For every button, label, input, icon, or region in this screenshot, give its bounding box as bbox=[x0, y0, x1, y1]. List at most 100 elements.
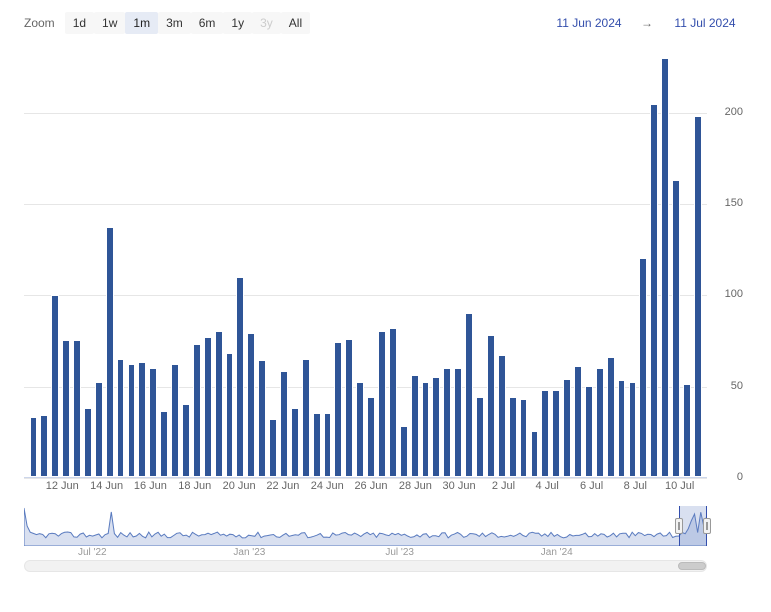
bar[interactable] bbox=[182, 404, 190, 477]
navigator-scrollbar[interactable] bbox=[24, 560, 707, 572]
bar[interactable] bbox=[629, 382, 637, 477]
bar[interactable] bbox=[378, 331, 386, 477]
bar[interactable] bbox=[498, 355, 506, 477]
bar[interactable] bbox=[411, 375, 419, 477]
bar[interactable] bbox=[454, 368, 462, 477]
bar[interactable] bbox=[324, 413, 332, 477]
navigator-x-tick: Jul '23 bbox=[385, 547, 414, 558]
x-tick-label: 28 Jun bbox=[399, 480, 432, 492]
bar[interactable] bbox=[672, 180, 680, 477]
x-tick-label: 24 Jun bbox=[311, 480, 344, 492]
x-tick-label: 22 Jun bbox=[266, 480, 299, 492]
bar[interactable] bbox=[694, 116, 702, 477]
zoom-1y-button[interactable]: 1y bbox=[223, 12, 252, 34]
bar[interactable] bbox=[128, 364, 136, 477]
bar[interactable] bbox=[683, 384, 691, 477]
range-to-input[interactable] bbox=[663, 15, 747, 31]
plot-area[interactable] bbox=[24, 58, 707, 478]
bar[interactable] bbox=[650, 104, 658, 477]
bar[interactable] bbox=[269, 419, 277, 477]
bar[interactable] bbox=[258, 360, 266, 477]
navigator-handle-right[interactable] bbox=[703, 518, 711, 534]
bar[interactable] bbox=[487, 335, 495, 477]
bar[interactable] bbox=[541, 390, 549, 477]
bar[interactable] bbox=[400, 426, 408, 477]
bar[interactable] bbox=[389, 328, 397, 477]
bar[interactable] bbox=[585, 386, 593, 477]
bar[interactable] bbox=[563, 379, 571, 477]
bar[interactable] bbox=[574, 366, 582, 477]
bar[interactable] bbox=[422, 382, 430, 477]
zoom-1m-button[interactable]: 1m bbox=[125, 12, 158, 34]
bar[interactable] bbox=[291, 408, 299, 477]
bar[interactable] bbox=[607, 357, 615, 477]
bar[interactable] bbox=[193, 344, 201, 477]
zoom-6m-button[interactable]: 6m bbox=[191, 12, 224, 34]
bar[interactable] bbox=[215, 331, 223, 477]
bar[interactable] bbox=[226, 353, 234, 477]
x-tick-label: 8 Jul bbox=[624, 480, 647, 492]
bar[interactable] bbox=[280, 371, 288, 477]
y-tick-label: 150 bbox=[725, 197, 743, 209]
navigator-sparkline bbox=[24, 506, 707, 546]
bar[interactable] bbox=[236, 277, 244, 477]
bar[interactable] bbox=[661, 58, 669, 477]
bar[interactable] bbox=[313, 413, 321, 477]
zoom-label: Zoom bbox=[24, 16, 55, 30]
bar[interactable] bbox=[476, 397, 484, 477]
x-tick-label: 2 Jul bbox=[492, 480, 515, 492]
bar[interactable] bbox=[84, 408, 92, 477]
bar[interactable] bbox=[160, 411, 168, 477]
bar[interactable] bbox=[552, 390, 560, 477]
navigator-handle-left[interactable] bbox=[675, 518, 683, 534]
bar[interactable] bbox=[247, 333, 255, 477]
bar[interactable] bbox=[618, 380, 626, 477]
x-tick-label: 4 Jul bbox=[536, 480, 559, 492]
bar[interactable] bbox=[639, 258, 647, 477]
y-axis: 050100150200 bbox=[707, 58, 747, 478]
x-tick-label: 12 Jun bbox=[46, 480, 79, 492]
navigator-x-tick: Jan '24 bbox=[541, 547, 573, 558]
zoom-all-button[interactable]: All bbox=[281, 12, 310, 34]
x-tick-label: 30 Jun bbox=[443, 480, 476, 492]
bar[interactable] bbox=[465, 313, 473, 477]
bar[interactable] bbox=[106, 227, 114, 477]
bar[interactable] bbox=[443, 368, 451, 477]
navigator[interactable]: Jul '22Jan '23Jul '23Jan '24 bbox=[24, 506, 707, 558]
main-chart: 050100150200 12 Jun14 Jun16 Jun18 Jun20 … bbox=[24, 58, 747, 498]
bar[interactable] bbox=[596, 368, 604, 477]
bar[interactable] bbox=[171, 364, 179, 477]
bar[interactable] bbox=[509, 397, 517, 477]
bar[interactable] bbox=[356, 382, 364, 477]
x-tick-label: 26 Jun bbox=[354, 480, 387, 492]
bar[interactable] bbox=[95, 382, 103, 477]
bar[interactable] bbox=[204, 337, 212, 477]
bar[interactable] bbox=[51, 295, 59, 477]
bar[interactable] bbox=[138, 362, 146, 477]
bar[interactable] bbox=[367, 397, 375, 477]
bar[interactable] bbox=[117, 359, 125, 477]
bar[interactable] bbox=[62, 340, 70, 477]
bar[interactable] bbox=[345, 339, 353, 477]
navigator-x-axis: Jul '22Jan '23Jul '23Jan '24 bbox=[24, 546, 707, 558]
range-arrow-icon: → bbox=[637, 16, 657, 30]
x-tick-label: 6 Jul bbox=[580, 480, 603, 492]
bar[interactable] bbox=[531, 431, 539, 477]
bar[interactable] bbox=[520, 399, 528, 477]
zoom-3m-button[interactable]: 3m bbox=[158, 12, 191, 34]
navigator-scrollbar-thumb[interactable] bbox=[678, 562, 706, 570]
bar[interactable] bbox=[432, 377, 440, 477]
y-tick-label: 0 bbox=[737, 471, 743, 483]
bar[interactable] bbox=[302, 359, 310, 477]
bar[interactable] bbox=[334, 342, 342, 477]
y-tick-label: 50 bbox=[731, 380, 743, 392]
zoom-1w-button[interactable]: 1w bbox=[94, 12, 125, 34]
y-tick-label: 200 bbox=[725, 106, 743, 118]
bar[interactable] bbox=[30, 417, 38, 477]
zoom-1d-button[interactable]: 1d bbox=[65, 12, 94, 34]
x-tick-label: 16 Jun bbox=[134, 480, 167, 492]
bar[interactable] bbox=[149, 368, 157, 477]
bar[interactable] bbox=[73, 340, 81, 477]
bar[interactable] bbox=[40, 415, 48, 477]
range-from-input[interactable] bbox=[547, 15, 631, 31]
